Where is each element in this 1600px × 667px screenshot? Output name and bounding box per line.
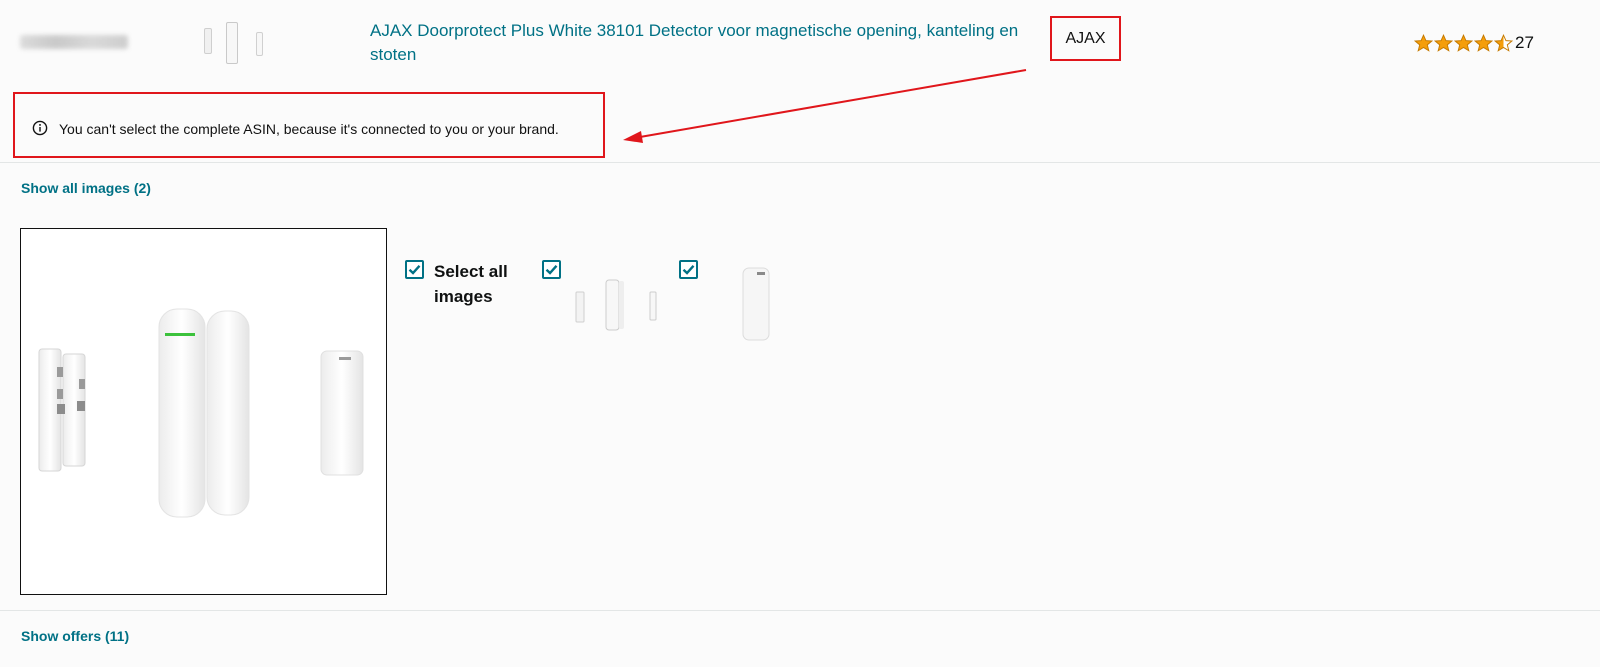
product-image-thumb [575,279,657,331]
section-divider [0,610,1600,611]
checkmark-icon [408,264,421,275]
checkmark-icon [682,264,695,275]
checkmark-icon [545,264,558,275]
product-image-thumb [742,267,770,341]
product-thumbnail [196,20,276,64]
asin-blurred [20,35,128,49]
brand-text: AJAX [1065,29,1106,47]
notice-text: You can't select the complete ASIN, beca… [59,121,559,137]
show-offers-link[interactable]: Show offers (11) [21,628,129,644]
thumbnail-part [226,22,238,64]
show-all-images-link[interactable]: Show all images (2) [21,180,151,196]
asin-notice: You can't select the complete ASIN, beca… [13,92,605,158]
select-all-label: Select all images [434,262,508,306]
info-icon [32,120,48,136]
product-rating[interactable]: 27 [1414,31,1534,55]
image-1-checkbox[interactable] [542,260,561,279]
star-full-icon [1414,33,1433,52]
rating-count: 27 [1515,33,1534,52]
brand-label: AJAX [1050,16,1121,61]
image-1-thumbnail[interactable] [572,278,662,334]
product-image-illustration [38,308,364,518]
thumbnail-part [204,28,212,54]
main-product-image [20,228,387,595]
image-2-thumbnail[interactable] [735,266,775,342]
star-full-icon [1474,33,1493,52]
star-half-icon [1494,33,1513,52]
star-full-icon [1454,33,1473,52]
thumbnail-part [256,32,263,56]
select-all-checkbox[interactable] [405,260,424,279]
rating-stars [1414,33,1513,53]
star-full-icon [1434,33,1453,52]
image-2-checkbox[interactable] [679,260,698,279]
product-title-link[interactable]: AJAX Doorprotect Plus White 38101 Detect… [370,19,1050,67]
section-divider [0,162,1600,163]
